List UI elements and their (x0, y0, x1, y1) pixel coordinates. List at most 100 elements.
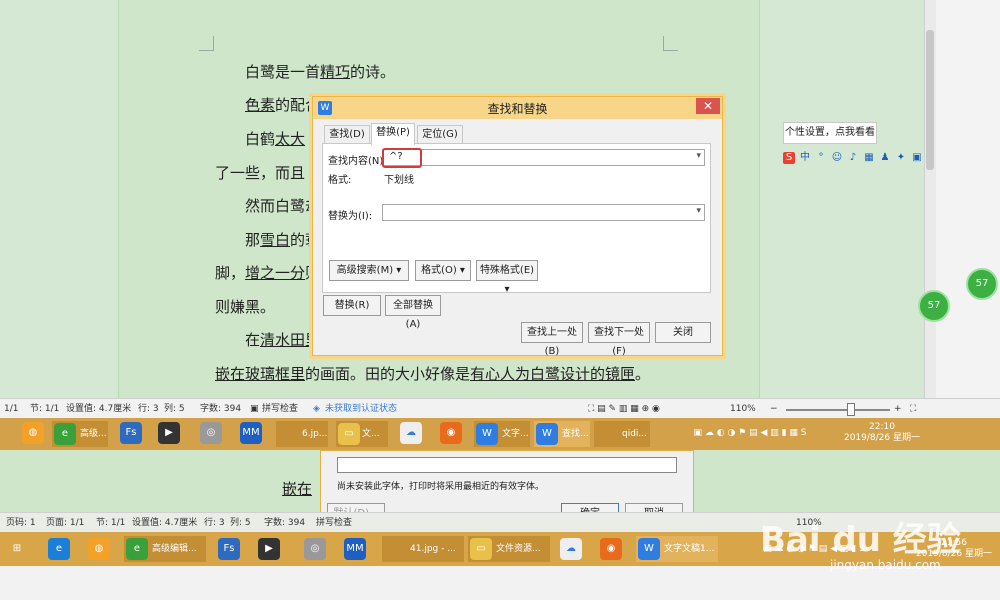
zoom-slider[interactable] (786, 409, 890, 411)
windows-start-icon[interactable]: ⊞ (6, 538, 28, 560)
mm-icon[interactable]: MM (240, 422, 262, 444)
document-line[interactable]: 在清水田里 (245, 329, 320, 350)
document-line[interactable]: 白鹭是一首精巧的诗。 (245, 61, 395, 82)
document-line[interactable]: 然而白鹭却 (245, 195, 320, 216)
replace-input[interactable]: ▾ (382, 204, 705, 221)
app-icon: e (54, 423, 76, 445)
player-icon[interactable]: ◎ (200, 422, 222, 444)
taskbar-item[interactable]: ▭ 文件资源... (468, 536, 550, 562)
document-line[interactable]: 有心人为白鹭设计的镜匣。 (470, 363, 650, 384)
word-count[interactable]: 字数: 394 (200, 399, 241, 419)
document-line[interactable]: 那雪白的蓑 (245, 229, 320, 250)
firefox-icon[interactable]: ◉ (440, 422, 462, 444)
browser-icon[interactable]: ◍ (22, 422, 44, 444)
taskbar-item[interactable]: e 高级编辑... (124, 536, 206, 562)
page-indicator[interactable]: 1/1 (4, 399, 18, 419)
fs-icon[interactable]: Fs (218, 538, 240, 560)
row-indicator: 行: 3 (138, 404, 159, 414)
replace-button[interactable]: 替换(R) (323, 295, 381, 316)
fit-page-icon[interactable]: ⛶ (910, 399, 916, 419)
document-line[interactable]: 嵌在玻璃框里的画面。田的大小好像是 (215, 363, 470, 384)
pages-indicator: 页面: 1/1 (46, 518, 85, 528)
replace-label: 替换为(I): (328, 211, 373, 222)
line-text: 了一些，而且 (215, 164, 306, 182)
clapper-icon[interactable]: ▶ (258, 538, 280, 560)
highlight-annotation (382, 148, 422, 168)
microphone-icon[interactable]: ♪ (847, 152, 859, 164)
taskbar-item[interactable]: 6.jp... (276, 421, 328, 447)
chevron-down-icon[interactable]: ▾ (696, 206, 701, 216)
tab-find[interactable]: 查找(D) (324, 125, 370, 144)
find-previous-button[interactable]: 查找上一处(B) (521, 322, 583, 357)
col-indicator: 列: 5 (230, 518, 251, 528)
taskbar-label: 6.jp... (302, 429, 328, 439)
skin-icon[interactable]: ✦ (895, 152, 907, 164)
view-mode-icons[interactable]: ⛶ ▤ ✎ ▥ ▦ ⊕ ◉ (588, 399, 660, 419)
special-format-button[interactable]: 特殊格式(E) ▾ (476, 260, 538, 295)
dialog-close-button[interactable]: ✕ (696, 98, 720, 114)
underlined-text: 太大 (275, 130, 306, 148)
fs-icon[interactable]: Fs (120, 422, 142, 444)
advanced-search-button[interactable]: 高级搜索(M) ▾ (329, 260, 409, 281)
chevron-down-icon[interactable]: ▾ (696, 151, 701, 161)
close-button[interactable]: 关闭 (655, 322, 711, 343)
format-value: 下划线 (384, 175, 414, 186)
replace-all-button[interactable]: 全部替换(A) (385, 295, 441, 330)
document-line[interactable]: 则嫌黑。 (215, 296, 275, 317)
taskbar-item[interactable]: ▭ 文... (336, 421, 388, 447)
format-button[interactable]: 格式(O) ▾ (415, 260, 471, 281)
zoom-in-icon[interactable]: + (894, 399, 902, 419)
taskbar-clock[interactable]: 22:10 2019/8/26 星期一 (842, 422, 922, 444)
side-badge[interactable]: 57 (918, 290, 950, 322)
side-badge[interactable]: 57 (966, 268, 998, 300)
taskbar-item[interactable]: qidi... (594, 421, 650, 447)
setting-indicator: 设置值: 4.7厘米 (132, 518, 198, 528)
tab-goto[interactable]: 定位(G) (417, 125, 463, 144)
tab-replace[interactable]: 替换(P) (371, 123, 415, 145)
toolbox-icon[interactable]: ▣ (911, 152, 923, 164)
clapper-icon[interactable]: ▶ (158, 422, 180, 444)
right-side-panel (936, 0, 1000, 398)
zoom-level[interactable]: 110% (730, 399, 756, 419)
taskbar-item[interactable]: W 文字... (474, 421, 530, 447)
taskbar-item[interactable]: e 高级... (52, 421, 108, 447)
emoji-icon[interactable]: ☺ (831, 152, 843, 164)
document-line[interactable]: 了一些，而且 (215, 162, 305, 183)
underlined-text: 有心人为白鹭设计的镜匣 (470, 365, 636, 383)
punctuation-icon[interactable]: ° (815, 152, 827, 164)
spell-check-icon[interactable]: ▣ (250, 399, 259, 419)
cloud-icon[interactable]: ☁ (560, 538, 582, 560)
zoom-out-icon[interactable]: − (770, 399, 778, 419)
browser-icon[interactable]: ◍ (88, 538, 110, 560)
zoom-slider-thumb[interactable] (847, 403, 856, 416)
auth-status[interactable]: 未获取到认证状态 (325, 399, 397, 419)
keyboard-icon[interactable]: ▦ (863, 152, 875, 164)
document-line[interactable]: 白鹤太大 (245, 128, 305, 149)
sogou-icon[interactable]: S (783, 152, 795, 164)
app-icon: e (126, 538, 148, 560)
find-input[interactable]: ^? ▾ (382, 149, 705, 166)
ie-icon[interactable]: e (48, 538, 70, 560)
user-icon[interactable]: ♟ (879, 152, 891, 164)
taskbar-label: 高级编辑... (152, 544, 197, 554)
find-next-button[interactable]: 查找下一处(F) (588, 322, 650, 357)
taskbar-item-active[interactable]: W 查找... (534, 421, 590, 447)
crop-mark (663, 36, 678, 51)
system-tray-icons[interactable]: ▣ ☁ ◐ ◑ ⚑ ▤ ◀ ▥ ▮ ▦ S (660, 428, 840, 439)
status-bar: 1/1 节: 1/1 设置值: 4.7厘米 行: 3 列: 5 字数: 394 … (0, 398, 1000, 419)
chinese-mode-icon[interactable]: 中 (799, 152, 811, 164)
taskbar-label: qidi... (622, 429, 648, 439)
document-line[interactable]: 色素的配合 (245, 94, 320, 115)
player-icon[interactable]: ◎ (304, 538, 326, 560)
wps-icon: W (536, 423, 558, 445)
firefox-icon[interactable]: ◉ (600, 538, 622, 560)
taskbar-item[interactable]: 41.jpg - ... (382, 536, 464, 562)
ime-toolbar[interactable]: S 中 ° ☺ ♪ ▦ ♟ ✦ ▣ (783, 149, 938, 167)
cloud-icon[interactable]: ☁ (400, 422, 422, 444)
taskbar-item-active[interactable]: W 文字文稿1... (636, 536, 718, 562)
document-line[interactable]: 脚，增之一分则 (215, 262, 320, 283)
spell-check-label[interactable]: 拼写检查 (262, 399, 298, 419)
line-text: 。 (635, 365, 651, 383)
line-text: 白鹭是一首 (245, 63, 321, 81)
mm-icon[interactable]: MM (344, 538, 366, 560)
